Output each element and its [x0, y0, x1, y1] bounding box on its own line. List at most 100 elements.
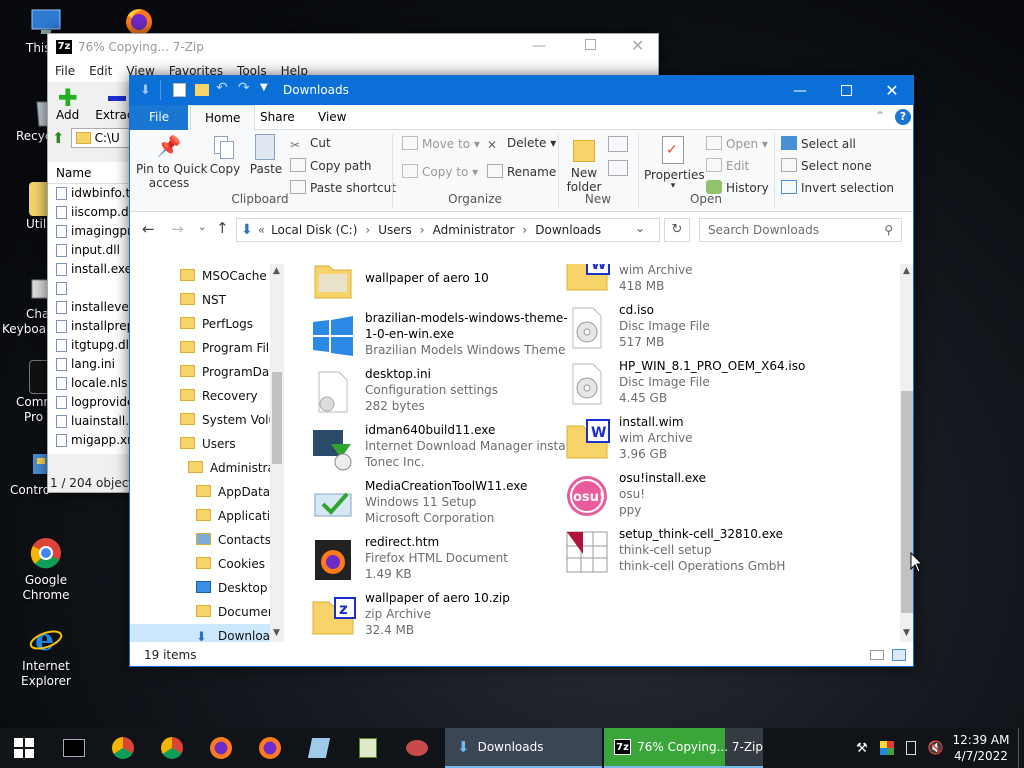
recent-locations-icon[interactable]: ⌄ [198, 222, 206, 233]
nav-item[interactable]: ⬇ Download [130, 624, 284, 642]
paste-button[interactable]: Paste [248, 134, 284, 176]
nav-item[interactable]: MSOCache [180, 264, 267, 288]
nav-item[interactable]: Administrat [188, 456, 280, 480]
breadcrumb-local-disk[interactable]: Local Disk (C:) [271, 223, 357, 237]
start-button[interactable] [0, 728, 48, 768]
select-none-button[interactable]: Select none [781, 158, 872, 173]
content-scroll-thumb[interactable] [901, 391, 913, 613]
new-folder-qat-icon[interactable] [195, 84, 209, 96]
address-dropdown-icon[interactable]: ⌄ [635, 221, 645, 235]
file-tile[interactable]: HP_WIN_8.1_PRO_OEM_X64.iso Disc Image Fil… [563, 358, 813, 412]
scroll-down-icon[interactable]: ▼ [903, 628, 910, 638]
list-item[interactable] [48, 279, 129, 298]
forward-icon[interactable]: → [171, 220, 184, 238]
nav-item[interactable]: Cookies [196, 552, 265, 576]
easy-access-icon[interactable] [608, 160, 628, 176]
close-icon[interactable]: ✕ [631, 36, 644, 55]
nav-item[interactable]: Program Files [180, 336, 283, 360]
volume-muted-icon[interactable]: 🔇 [928, 741, 944, 756]
paste-shortcut-button[interactable]: Paste shortcut [290, 180, 396, 195]
file-tile[interactable]: desktop.ini Configuration settings 282 byt… [309, 366, 559, 420]
color-app-tray-icon[interactable] [879, 741, 894, 755]
taskbar-7zip-button[interactable]: 7z 76% Copying... 7-Zip [604, 728, 763, 768]
add-button[interactable]: ✚ Add [56, 86, 79, 122]
file-tile[interactable]: osu! osu!install.exe osu! ppy [563, 470, 813, 524]
file-tile[interactable]: redirect.htm Firefox HTML Document 1.49 KB [309, 534, 559, 588]
desktop-icon-chrome[interactable]: Google Chrome [0, 536, 92, 603]
breadcrumb-administrator[interactable]: Administrator [433, 223, 515, 237]
nav-item[interactable]: ProgramData [180, 360, 281, 384]
nav-item[interactable]: PerfLogs [180, 312, 253, 336]
file-tile[interactable]: Wboot.wimwim Archive418 MB [563, 264, 813, 300]
properties-qat-icon[interactable] [173, 83, 186, 97]
nav-item[interactable]: Users [180, 432, 236, 456]
list-item[interactable]: installprep. [48, 317, 129, 336]
delete-button[interactable]: ✕ Delete ▾ [487, 136, 556, 152]
file-tile[interactable]: MediaCreationToolW11.exe Windows 11 Setup… [309, 478, 559, 532]
copy-to-button[interactable]: Copy to ▾ [402, 164, 478, 179]
list-item[interactable]: imagingprov [48, 222, 129, 241]
list-item[interactable]: logprovider [48, 393, 129, 412]
list-item[interactable]: luainstall.d [48, 412, 129, 431]
select-all-button[interactable]: Select all [781, 136, 856, 151]
breadcrumb-users[interactable]: Users [378, 223, 412, 237]
list-item[interactable]: input.dll [48, 241, 129, 260]
file-tile[interactable]: cd.iso Disc Image File 517 MB [563, 302, 813, 356]
navigation-scroll-thumb[interactable] [272, 372, 282, 464]
up-icon[interactable]: ↑ [216, 219, 229, 237]
taskbar-firefox-2[interactable] [246, 728, 294, 768]
breadcrumb-downloads[interactable]: Downloads [535, 223, 601, 237]
new-folder-button[interactable]: New folder [564, 134, 604, 194]
maximize-icon[interactable] [585, 39, 596, 50]
minimize-icon[interactable]: — [777, 76, 823, 105]
folder-up-icon[interactable]: ⬆ [52, 129, 65, 147]
nav-item[interactable]: System Volum [180, 408, 284, 432]
redo-icon[interactable]: ↷ [238, 80, 250, 96]
copy-button[interactable]: Copy [208, 134, 242, 176]
open-button[interactable]: Open ▾ [706, 136, 768, 151]
tiles-view-icon[interactable] [892, 649, 906, 661]
taskbar-app-archive[interactable] [344, 728, 392, 768]
taskbar-chrome-1[interactable] [99, 728, 147, 768]
maximize-icon[interactable] [823, 76, 869, 105]
nav-item[interactable]: AppData [196, 480, 270, 504]
sevenzip-path-input[interactable]: C:\U [70, 128, 131, 148]
pin-quick-access-button[interactable]: 📌 Pin to Quick access [136, 134, 208, 190]
breadcrumb[interactable]: ⬇ « Local Disk (C:) › Users › Administra… [236, 218, 660, 242]
nav-item[interactable]: Recovery [180, 384, 258, 408]
move-to-button[interactable]: Move to ▾ [402, 136, 480, 151]
file-tile[interactable]: wallpaper of aero 10 [309, 264, 559, 308]
ribbon-collapse-icon[interactable]: ⌃ [875, 109, 885, 123]
taskbar-cmd[interactable] [50, 728, 98, 768]
refresh-icon[interactable]: ↻ [664, 218, 690, 242]
scroll-up-icon[interactable]: ▲ [273, 266, 280, 276]
tab-file[interactable]: File [130, 105, 189, 130]
taskbar-firefox-1[interactable] [197, 728, 245, 768]
close-icon[interactable]: ✕ [869, 76, 913, 105]
file-tile[interactable]: Winstall.wim wim Archive 3.96 GB [563, 414, 813, 468]
list-item[interactable]: lang.ini [48, 355, 129, 374]
details-view-icon[interactable] [870, 650, 884, 660]
new-item-icon[interactable] [608, 136, 628, 152]
qat-customize-icon[interactable]: ▼ [260, 82, 268, 93]
list-item[interactable]: locale.nls [48, 374, 129, 393]
taskbar-app-studio[interactable] [393, 728, 441, 768]
usb-tray-icon[interactable] [905, 741, 916, 755]
back-icon[interactable]: ← [142, 220, 155, 238]
tab-view[interactable]: View [304, 105, 360, 130]
explorer-titlebar[interactable]: ⬇ ↶ ↷ ▼ Downloads — ✕ [130, 76, 913, 105]
search-input[interactable]: Search Downloads ⚲ [699, 218, 902, 242]
breadcrumb-overflow[interactable]: « [258, 223, 265, 237]
file-tile[interactable]: brazilian-models-windows-theme- 1-0-en-wi… [309, 310, 568, 364]
edit-button[interactable]: Edit [706, 158, 749, 173]
file-tile[interactable]: idman640build11.exe Internet Download Man… [309, 422, 577, 476]
taskbar-downloads-button[interactable]: ⬇ Downloads [445, 728, 602, 768]
nav-item[interactable]: Contacts [196, 528, 271, 552]
cut-button[interactable]: ✂ Cut [290, 136, 331, 152]
list-item[interactable]: idwbinfo.txt [48, 184, 129, 203]
firefox-desktop-icon[interactable] [122, 6, 156, 36]
scroll-up-icon[interactable]: ▲ [903, 266, 910, 276]
nav-item[interactable]: Desktop [196, 576, 268, 600]
properties-button[interactable]: ✓ Properties ▾ [644, 134, 705, 191]
list-item[interactable]: install.exe [48, 260, 129, 279]
